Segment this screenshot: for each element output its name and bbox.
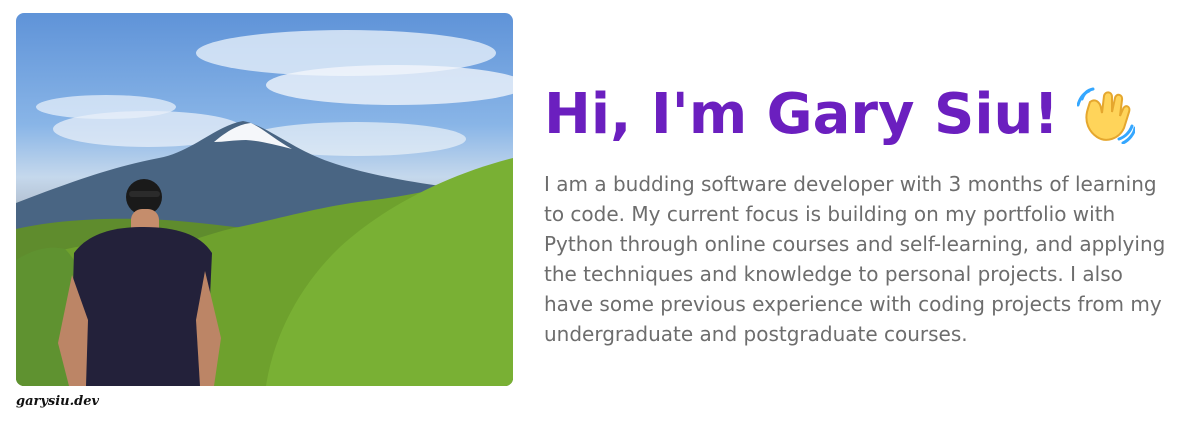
photo-credit: garysiu.dev xyxy=(16,394,100,409)
waving-hand-icon xyxy=(1076,86,1137,145)
hero-section: garysiu.dev Hi, I'm Gary Siu! I am a bud… xyxy=(0,0,1182,430)
bio-paragraph: I am a budding software developer with 3… xyxy=(544,172,1166,346)
page-title: Hi, I'm Gary Siu! xyxy=(544,76,1174,154)
intro-text-block: Hi, I'm Gary Siu! I am a budding softwar… xyxy=(544,76,1174,349)
heading-text: Hi, I'm Gary Siu! xyxy=(544,82,1059,147)
profile-photo xyxy=(16,13,513,386)
